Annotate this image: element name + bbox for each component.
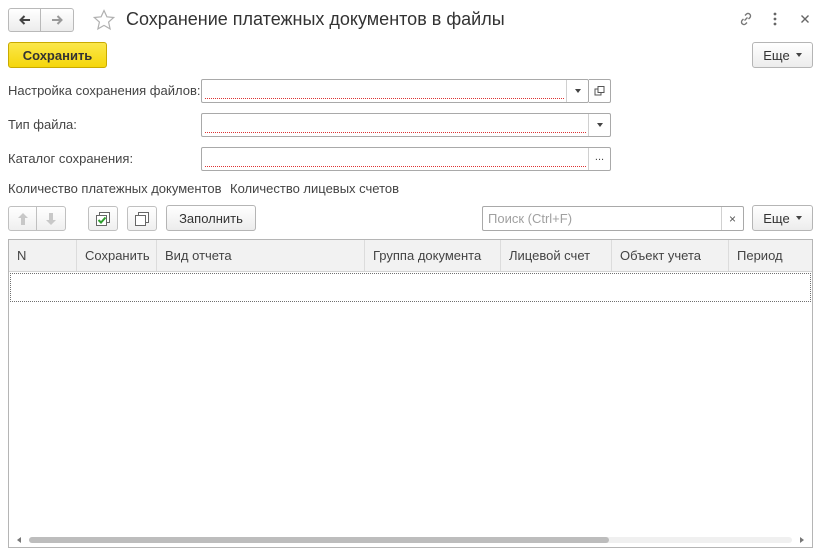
move-up-button[interactable] xyxy=(8,206,37,231)
star-icon[interactable] xyxy=(92,8,116,32)
arrow-up-icon xyxy=(17,212,28,225)
table-header: N Сохранить Вид отчета Группа документа … xyxy=(9,240,812,272)
arrow-right-icon xyxy=(52,15,63,25)
scroll-right-icon[interactable] xyxy=(800,537,804,543)
arrow-left-icon xyxy=(18,15,30,25)
page-title: Сохранение платежных документов в файлы xyxy=(126,9,505,29)
uncheck-all-icon xyxy=(135,211,149,226)
settings-label: Настройка сохранения файлов: xyxy=(8,83,201,98)
chevron-down-icon xyxy=(574,89,581,93)
column-account[interactable]: Лицевой счет xyxy=(500,240,611,271)
table-more-label: Еще xyxy=(763,210,790,226)
chevron-down-icon xyxy=(795,53,802,57)
table-more-button[interactable]: Еще xyxy=(752,205,813,231)
fill-button[interactable]: Заполнить xyxy=(166,205,256,231)
more-label: Еще xyxy=(763,47,790,63)
settings-input[interactable] xyxy=(205,83,564,99)
move-down-button[interactable] xyxy=(36,206,66,231)
check-all-icon xyxy=(96,211,110,226)
column-save[interactable]: Сохранить xyxy=(76,240,156,271)
chevron-down-icon xyxy=(596,123,603,127)
column-period[interactable]: Период xyxy=(728,240,812,271)
column-report-type[interactable]: Вид отчета xyxy=(156,240,364,271)
forward-button[interactable] xyxy=(41,8,74,32)
more-vertical-icon[interactable] xyxy=(766,10,784,28)
chevron-down-icon xyxy=(795,216,802,220)
column-accounting-object[interactable]: Объект учета xyxy=(611,240,728,271)
catalog-label: Каталог сохранения: xyxy=(8,151,134,166)
uncheck-all-button[interactable] xyxy=(127,206,157,231)
column-n[interactable]: N xyxy=(9,240,76,271)
ellipsis-icon: ... xyxy=(594,150,605,163)
more-button[interactable]: Еще xyxy=(752,42,813,68)
file-type-input[interactable] xyxy=(205,117,586,133)
open-icon xyxy=(594,86,604,96)
settings-dropdown-button[interactable] xyxy=(566,80,588,102)
accounts-count-label: Количество лицевых счетов xyxy=(230,181,400,196)
search-field[interactable]: × xyxy=(482,206,744,231)
arrow-down-icon xyxy=(46,212,56,225)
column-document-group[interactable]: Группа документа xyxy=(364,240,500,271)
table-row[interactable] xyxy=(10,273,811,302)
back-button[interactable] xyxy=(8,8,41,32)
catalog-choose-button[interactable]: ... xyxy=(588,148,610,170)
file-type-field[interactable] xyxy=(201,113,611,137)
link-icon[interactable] xyxy=(737,10,755,28)
check-all-button[interactable] xyxy=(88,206,118,231)
documents-table[interactable]: N Сохранить Вид отчета Группа документа … xyxy=(8,239,813,548)
settings-field[interactable] xyxy=(201,79,589,103)
scrollbar-thumb[interactable] xyxy=(29,537,609,543)
catalog-field[interactable]: ... xyxy=(201,147,611,171)
clear-search-icon[interactable]: × xyxy=(721,207,743,230)
close-icon[interactable] xyxy=(796,10,814,28)
search-input[interactable] xyxy=(486,209,716,228)
file-type-dropdown-button[interactable] xyxy=(588,114,610,136)
horizontal-scrollbar[interactable] xyxy=(15,536,806,544)
scroll-left-icon[interactable] xyxy=(17,537,21,543)
open-settings-button[interactable] xyxy=(589,79,611,103)
payment-docs-count-label: Количество платежных документов xyxy=(8,181,222,196)
file-type-label: Тип файла: xyxy=(8,117,77,132)
save-button[interactable]: Сохранить xyxy=(8,42,107,68)
catalog-input[interactable] xyxy=(205,151,586,167)
